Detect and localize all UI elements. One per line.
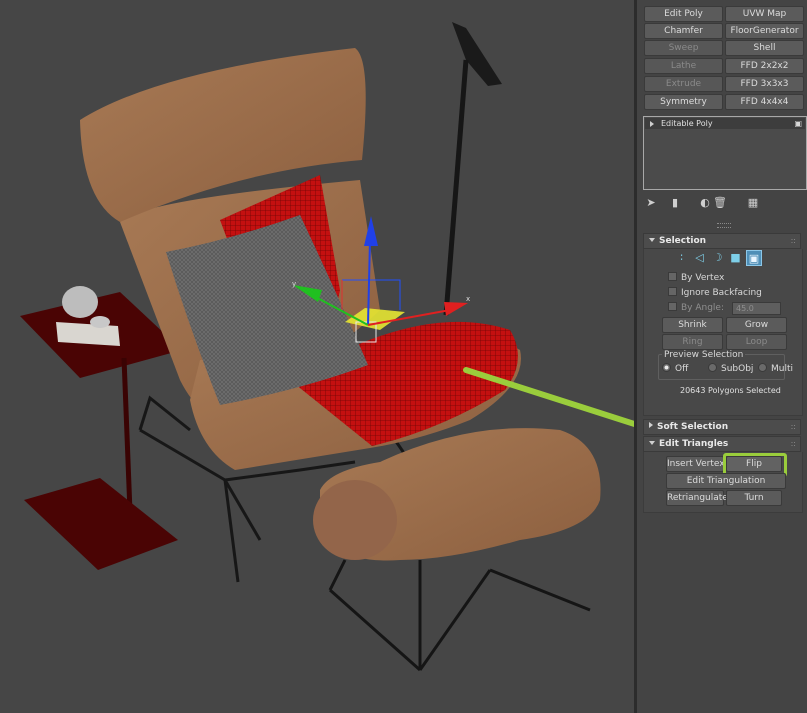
radio-dot[interactable] [662,363,671,372]
stack-item-editable-poly[interactable]: Editable Poly ▣ [645,118,805,129]
stack-toolbar: ➤ ▮ ◐ 🗑 ▦ [645,196,805,212]
checkbox-box[interactable] [668,272,677,281]
radio-dot[interactable] [708,363,717,372]
selection-rollout-header[interactable]: Selection :: [643,233,801,249]
retriangulate-button[interactable]: Retriangulate [666,490,728,506]
turn-button[interactable]: Turn [726,490,782,506]
show-end-result-icon[interactable]: ▮ [669,196,681,210]
subobject-level-bar: ∶ ◁ ☽ ■ ▣ [674,250,774,266]
element-level-icon[interactable]: ▣ [746,250,762,266]
ottoman [313,428,601,672]
preview-off-label: Off [675,364,689,374]
sweep-button[interactable]: Sweep [644,40,723,56]
expand-triangle-icon[interactable] [650,121,654,127]
ffd-4x4x4-button[interactable]: FFD 4x4x4 [725,94,804,110]
grow-button[interactable]: Grow [726,317,787,333]
ignore-backfacing-label: Ignore Backfacing [681,288,762,298]
checkbox-box[interactable] [668,302,677,311]
gizmo-y-label: y [292,280,296,288]
by-angle-checkbox[interactable]: By Angle: [668,302,724,314]
selection-rollout-title: Selection [659,236,707,246]
panel-resize-grip[interactable] [717,223,731,228]
side-table [20,286,182,570]
lathe-button[interactable]: Lathe [644,58,723,74]
angle-spinner[interactable]: 45.0 [732,302,781,315]
preview-subobj-label: SubObj [721,364,754,374]
radio-dot[interactable] [758,363,767,372]
pin-stack-icon[interactable]: ➤ [645,196,657,210]
shrink-button[interactable]: Shrink [662,317,723,333]
by-angle-label: By Angle: [681,303,725,313]
preview-subobj-radio[interactable]: SubObj [708,363,753,375]
configure-modifier-sets-icon[interactable]: ▦ [747,196,759,210]
by-vertex-label: By Vertex [681,273,725,283]
gizmo-x-label: x [466,295,470,303]
by-vertex-checkbox[interactable]: By Vertex [668,272,724,284]
edit-triangulation-button[interactable]: Edit Triangulation [666,473,786,489]
make-unique-icon[interactable]: ◐ [699,196,711,210]
preview-multi-label: Multi [771,364,793,374]
edit-triangles-rollout-header[interactable]: Edit Triangles :: [643,436,801,452]
edit-triangles-rollout-title: Edit Triangles [659,439,729,449]
rollout-drag-dots-icon: :: [790,236,796,245]
soft-selection-rollout-title: Soft Selection [657,422,729,432]
border-level-icon[interactable]: ☽ [710,250,725,265]
modifier-stack-list[interactable]: Editable Poly ▣ [643,116,807,190]
ignore-backfacing-checkbox[interactable]: Ignore Backfacing [668,287,762,299]
expand-triangle-icon [649,422,653,428]
ring-button[interactable]: Ring [662,334,723,350]
soft-selection-rollout-header[interactable]: Soft Selection :: [643,419,801,435]
uvw-map-button[interactable]: UVW Map [725,6,804,22]
preview-multi-radio[interactable]: Multi [758,363,793,375]
ffd-2x2x2-button[interactable]: FFD 2x2x2 [725,58,804,74]
floor-lamp [443,22,502,316]
preview-selection-title: Preview Selection [662,350,746,360]
chamfer-button[interactable]: Chamfer [644,23,723,39]
polygon-level-icon[interactable]: ■ [728,250,743,265]
ffd-3x3x3-button[interactable]: FFD 3x3x3 [725,76,804,92]
rollout-drag-dots-icon: :: [790,439,796,448]
command-panel: Edit Poly UVW Map Chamfer FloorGenerator… [637,0,807,713]
selection-status-text: 20643 Polygons Selected [680,386,781,395]
selection-rollout-body: ∶ ◁ ☽ ■ ▣ By Vertex Ignore Backfacing By… [643,249,803,416]
symmetry-button[interactable]: Symmetry [644,94,723,110]
perspective-viewport[interactable]: y x [0,0,634,713]
scene-render: y x [20,22,634,672]
loop-button[interactable]: Loop [726,334,787,350]
stack-item-label: Editable Poly [661,119,713,128]
collapse-triangle-icon [649,441,655,445]
rollout-drag-dots-icon: :: [790,422,796,431]
object-cube-icon: ▣ [794,119,802,128]
preview-off-radio[interactable]: Off [662,363,688,375]
edit-triangles-rollout-body: Insert Vertex Flip Edit Triangulation Re… [643,452,803,513]
shell-button[interactable]: Shell [725,40,804,56]
edit-poly-button[interactable]: Edit Poly [644,6,723,22]
floorgenerator-button[interactable]: FloorGenerator [725,23,804,39]
insert-vertex-button[interactable]: Insert Vertex [666,456,725,472]
extrude-button[interactable]: Extrude [644,76,723,92]
edge-level-icon[interactable]: ◁ [692,250,707,265]
remove-modifier-icon[interactable]: 🗑 [713,196,727,210]
checkbox-box[interactable] [668,287,677,296]
vertex-level-icon[interactable]: ∶ [674,250,689,265]
collapse-triangle-icon [649,238,655,242]
